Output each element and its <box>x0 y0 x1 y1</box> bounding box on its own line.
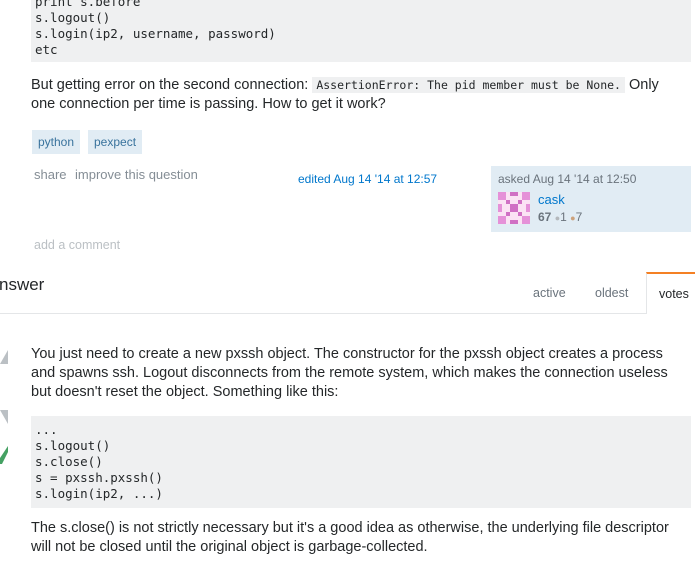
tab-votes[interactable]: votes <box>646 272 695 314</box>
downvote-arrow-icon[interactable] <box>0 410 8 424</box>
user-name[interactable]: cask <box>538 192 565 207</box>
answer-paragraph-2: The s.close() is not strictly necessary … <box>31 520 669 555</box>
answer-paragraph-1: You just need to create a new pxssh obje… <box>31 346 668 400</box>
tag-pexpect[interactable]: pexpect <box>88 130 143 154</box>
error-inline-code: AssertionError: The pid member must be N… <box>312 77 625 93</box>
asker-card: asked Aug 14 '14 at 12:50 cask 67 ●1 ●7 <box>491 166 691 232</box>
add-comment-link[interactable]: add a comment <box>34 238 120 252</box>
question-code-block: print s.before s.logout() s.login(ip2, u… <box>31 0 691 62</box>
improve-question-link[interactable]: improve this question <box>75 167 198 182</box>
question-error-paragraph: But getting error on the second connecti… <box>31 77 659 112</box>
answer-code-block: ... s.logout() s.close() s = pxssh.pxssh… <box>31 416 691 508</box>
asked-timestamp: asked Aug 14 '14 at 12:50 <box>498 172 637 186</box>
silver-badge-count: 1 <box>560 210 567 224</box>
code-line: s.login(ip2, username, password) <box>35 26 276 41</box>
reputation-score: 67 <box>538 210 552 224</box>
user-avatar[interactable] <box>498 192 530 224</box>
tab-oldest[interactable]: oldest <box>595 286 628 300</box>
share-link[interactable]: share <box>34 167 67 182</box>
upvote-arrow-icon[interactable] <box>0 350 8 364</box>
code-line: etc <box>35 42 58 57</box>
code-line: s.logout() <box>35 10 111 25</box>
header-divider <box>0 313 646 314</box>
tab-active[interactable]: active <box>533 286 566 300</box>
tag-python[interactable]: python <box>32 130 81 154</box>
code-line: print s.before <box>35 0 141 9</box>
accepted-checkmark-icon <box>0 446 8 464</box>
bronze-badge-count: 7 <box>575 210 583 224</box>
user-stats: 67 ●1 ●7 <box>538 210 582 224</box>
edited-link[interactable]: edited Aug 14 '14 at 12:57 <box>298 172 437 186</box>
answers-count-title: nswer <box>0 275 45 294</box>
